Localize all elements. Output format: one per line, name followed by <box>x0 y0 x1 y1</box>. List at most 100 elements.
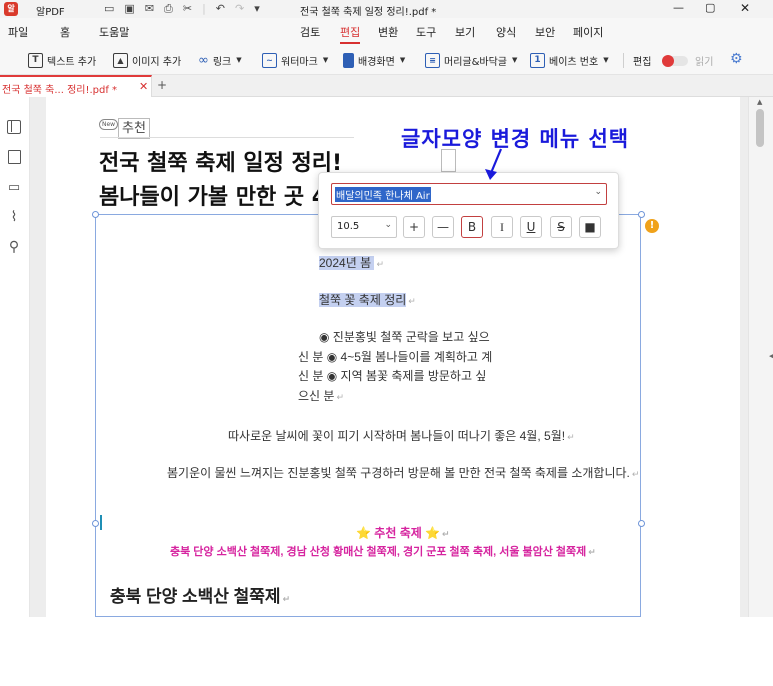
background-button[interactable]: 배경화면 ▼ <box>343 52 405 68</box>
page-title-line2[interactable]: 봄나들이 가볼 만한 곳 4 <box>99 179 327 211</box>
quick-menu-icon[interactable]: ▾ <box>254 2 260 16</box>
bold-button[interactable]: B <box>461 216 483 238</box>
settings-gear-icon[interactable]: ⚙ <box>730 51 743 67</box>
intro-line-2[interactable]: 봄기운이 물씬 느껴지는 진분홍빛 철쭉 구경하러 방문해 볼 만한 전국 철쭉… <box>167 466 630 480</box>
link-icon: ∞ <box>198 52 209 68</box>
section-heading[interactable]: 충북 단양 소백산 철쭉제 <box>110 587 281 606</box>
image-icon: ▲ <box>113 52 128 68</box>
scroll-up-icon[interactable]: ▲ <box>757 98 762 106</box>
mail-icon[interactable]: ✉ <box>145 2 154 16</box>
annotation-text: 글자모양 변경 메뉴 선택 <box>401 127 630 151</box>
link-button[interactable]: ∞ 링크 ▼ <box>198 52 242 68</box>
pdf-page: New 추천 전국 철쭉 축제 일정 정리! 봄나들이 가볼 만한 곳 4 ! … <box>46 97 740 617</box>
bookmark-icon[interactable] <box>6 149 22 165</box>
tab-tools[interactable]: 도구 <box>416 24 436 40</box>
comment-icon[interactable]: ▭ <box>6 179 22 195</box>
menu-home[interactable]: 홈 <box>60 24 70 40</box>
tab-form[interactable]: 양식 <box>496 24 516 40</box>
tab-security[interactable]: 보안 <box>535 24 555 40</box>
tab-view[interactable]: 보기 <box>455 24 475 40</box>
bates-label: 베이츠 번호 <box>549 56 599 68</box>
bullet-line-2[interactable]: 신 분 ◉ 4~5월 봄나들이를 계획하고 계 <box>298 348 492 365</box>
search-icon[interactable]: ⚲ <box>6 239 22 255</box>
bates-button[interactable]: 1 베이츠 번호 ▼ <box>530 52 609 68</box>
festival-list-text[interactable]: 철쭉 꽃 축제 정리 <box>319 293 407 307</box>
paragraph-mark: ↵ <box>631 469 640 479</box>
paragraph-mark: ↵ <box>442 529 450 539</box>
text-color-button[interactable]: ■ <box>579 216 601 238</box>
color-swatch-icon: ■ <box>584 220 596 234</box>
document-tab[interactable]: 전국 철쭉 축... 정리!.pdf * ✕ <box>0 75 152 97</box>
panel-toggle-icon[interactable] <box>6 119 22 135</box>
close-tab-icon[interactable]: ✕ <box>139 80 148 93</box>
strikethrough-button[interactable]: S <box>550 216 572 238</box>
recommend-heading[interactable]: ⭐ 추천 축제 ⭐ <box>356 526 440 540</box>
text-icon: T <box>28 52 43 68</box>
add-text-button[interactable]: T 텍스트 추가 <box>28 52 96 68</box>
font-size-select[interactable]: 10.5 ⌄ <box>331 216 397 238</box>
maximize-icon[interactable]: ▢ <box>705 1 715 14</box>
link-label: 링크 <box>212 56 232 68</box>
warning-icon[interactable]: ! <box>645 219 659 233</box>
underline-button[interactable]: U <box>520 216 542 238</box>
watermark-button[interactable]: ~ 워터마크 ▼ <box>262 52 328 68</box>
undo-icon[interactable]: ↶ <box>216 2 225 16</box>
underline-icon: U <box>526 220 536 234</box>
strikethrough-icon: S <box>557 220 565 234</box>
title-bar: 알 알PDF ▭ ▣ ✉ ⎙ ✂ | ↶ ↷ ▾ 전국 철쭉 축제 일정 정리!… <box>0 0 773 18</box>
spring-text[interactable]: 2024년 봄 <box>319 256 375 270</box>
document-canvas: New 추천 전국 철쭉 축제 일정 정리! 봄나들이 가볼 만한 곳 4 ! … <box>30 97 748 617</box>
bullet-line-3[interactable]: 신 분 ◉ 지역 봄꽃 축제를 방문하고 싶 <box>298 367 486 384</box>
font-name-select[interactable]: 배달의민족 한나체 Air ⌄ <box>331 183 607 205</box>
new-tab-button[interactable]: + <box>157 78 167 92</box>
close-icon[interactable]: ✕ <box>740 1 750 15</box>
minimize-icon[interactable]: — <box>673 1 684 14</box>
intro-line-1[interactable]: 따사로운 날씨에 꽃이 피기 시작하며 봄나들이 떠나기 좋은 4월, 5월! <box>228 429 565 443</box>
left-sidebar: ▭ ⌇ ⚲ ▶ <box>0 97 37 617</box>
app-logo-icon: 알 <box>4 2 18 16</box>
header-footer-label: 머리글&바닥글 <box>444 56 507 68</box>
chevron-down-icon: ▼ <box>399 56 406 64</box>
font-format-popup: 배달의민족 한나체 Air ⌄ 10.5 ⌄ + — B I U S ■ <box>318 172 619 249</box>
chevron-down-icon: ▼ <box>603 56 609 64</box>
edit-read-toggle[interactable] <box>662 55 688 67</box>
vertical-scrollbar[interactable]: ▲ ◀ <box>748 97 773 617</box>
menu-file[interactable]: 파일 <box>8 24 28 40</box>
bullet-line-4[interactable]: 으신 분 <box>298 389 334 403</box>
annotation-arrow-icon <box>485 148 503 180</box>
italic-button[interactable]: I <box>491 216 513 238</box>
page-title-line1[interactable]: 전국 철쭉 축제 일정 정리! <box>99 145 342 177</box>
window-title: 전국 철쭉 축제 일정 정리!.pdf * <box>300 7 437 18</box>
tab-edit[interactable]: 편집 <box>340 24 361 44</box>
save-icon[interactable]: ▣ <box>124 2 134 16</box>
new-badge: New <box>99 119 119 130</box>
minus-icon: — <box>437 220 449 234</box>
edit-mode-label: 편집 <box>633 56 652 68</box>
text-cursor <box>100 515 102 530</box>
collapse-right-icon[interactable]: ◀ <box>769 352 773 360</box>
header-footer-icon: ≡ <box>425 52 440 68</box>
scroll-thumb[interactable] <box>756 109 764 147</box>
redo-icon[interactable]: ↷ <box>235 2 244 16</box>
tab-convert[interactable]: 변환 <box>378 24 398 40</box>
header-footer-button[interactable]: ≡ 머리글&바닥글 ▼ <box>425 52 517 68</box>
paragraph-mark: ↵ <box>282 594 291 604</box>
bullet-line-1[interactable]: ◉ 진분홍빛 철쭉 군락을 보고 싶으 <box>319 328 490 345</box>
app-name: 알PDF <box>36 7 65 18</box>
attachment-icon[interactable]: ⌇ <box>6 209 22 225</box>
font-size-value: 10.5 <box>337 221 360 232</box>
italic-icon: I <box>500 219 504 234</box>
menu-help[interactable]: 도움말 <box>99 24 129 40</box>
folder-icon[interactable]: ▭ <box>104 2 114 16</box>
increase-size-button[interactable]: + <box>403 216 425 238</box>
add-image-label: 이미지 추가 <box>132 56 182 68</box>
status-area <box>0 617 773 686</box>
tab-review[interactable]: 검토 <box>300 24 320 40</box>
scissors-icon[interactable]: ✂ <box>183 2 192 16</box>
add-image-button[interactable]: ▲ 이미지 추가 <box>113 52 181 68</box>
decrease-size-button[interactable]: — <box>432 216 454 238</box>
recommend-list[interactable]: 충북 단양 소백산 철쭉제, 경남 산청 황매산 철쭉제, 경기 군포 철쭉 축… <box>170 546 586 558</box>
print-icon[interactable]: ⎙ <box>164 2 173 16</box>
tab-page[interactable]: 페이지 <box>573 24 603 40</box>
paragraph-mark: ↵ <box>567 432 575 442</box>
